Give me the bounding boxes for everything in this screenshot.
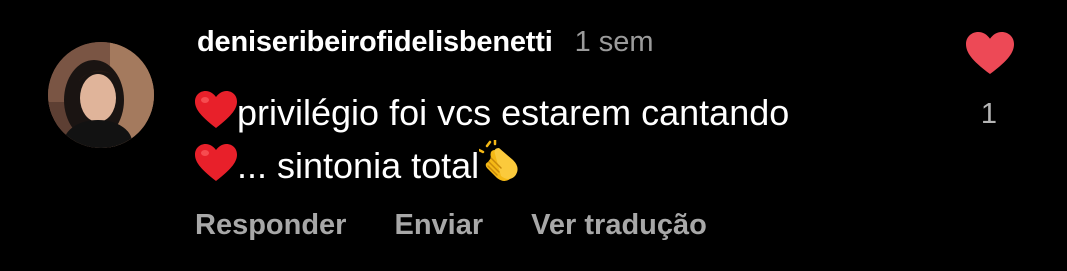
red-heart-icon <box>195 144 237 181</box>
comment-header: deniseribeirofidelisbenetti 1 sem <box>197 26 654 66</box>
translate-button[interactable]: Ver tradução <box>531 209 707 242</box>
comment-actions: Responder Enviar Ver tradução <box>195 203 755 247</box>
comment-line-1-text: privilégio foi vcs estarem cantando <box>237 92 790 133</box>
send-button[interactable]: Enviar <box>394 209 483 242</box>
clapping-hands-icon <box>479 140 518 181</box>
comment-line-2: ... sintonia total <box>195 139 915 192</box>
comment-text: privilégio foi vcs estarem cantando ... … <box>195 86 915 192</box>
like-count: 1 <box>980 98 998 130</box>
like-button[interactable] <box>966 32 1014 76</box>
avatar[interactable] <box>48 42 154 148</box>
comment-line-1: privilégio foi vcs estarem cantando <box>195 86 915 139</box>
heart-icon <box>966 32 1014 74</box>
timestamp: 1 sem <box>574 26 654 58</box>
avatar-photo <box>48 42 154 148</box>
red-heart-icon <box>195 91 237 128</box>
comment: deniseribeirofidelisbenetti 1 sem privil… <box>0 0 1067 271</box>
comment-line-2-text: ... sintonia total <box>237 145 480 186</box>
username[interactable]: deniseribeirofidelisbenetti <box>197 26 553 59</box>
reply-button[interactable]: Responder <box>195 209 346 242</box>
